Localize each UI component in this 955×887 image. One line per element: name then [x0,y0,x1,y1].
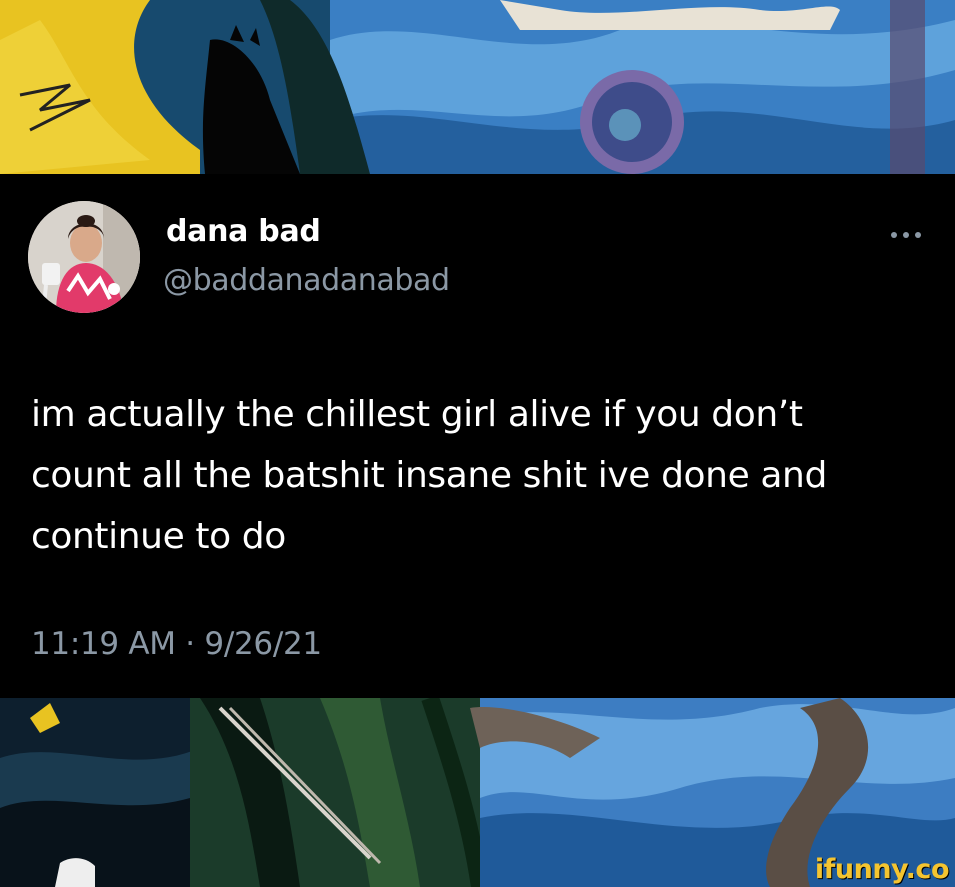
more-horizontal-icon[interactable] [886,224,926,246]
dot [915,232,921,238]
dot [903,232,909,238]
tweet-text-line: continue to do [31,516,286,557]
tweet-timestamp[interactable]: 11:19 AM · 9/26/21 [31,626,322,662]
background-artwork-bottom [0,698,955,887]
dot [891,232,897,238]
tweet-text-line: count all the batshit insane shit ive do… [31,455,827,496]
user-handle[interactable]: @baddanadanabad [163,263,450,298]
background-artwork-top [0,0,955,174]
tweet-text-line: im actually the chillest girl alive if y… [31,394,803,435]
tweet-text: im actually the chillest girl alive if y… [31,384,931,567]
profile-photo [28,201,140,313]
display-name[interactable]: dana bad [166,214,321,249]
ifunny-watermark: ifunny.co [814,854,950,885]
avatar[interactable] [28,201,140,313]
